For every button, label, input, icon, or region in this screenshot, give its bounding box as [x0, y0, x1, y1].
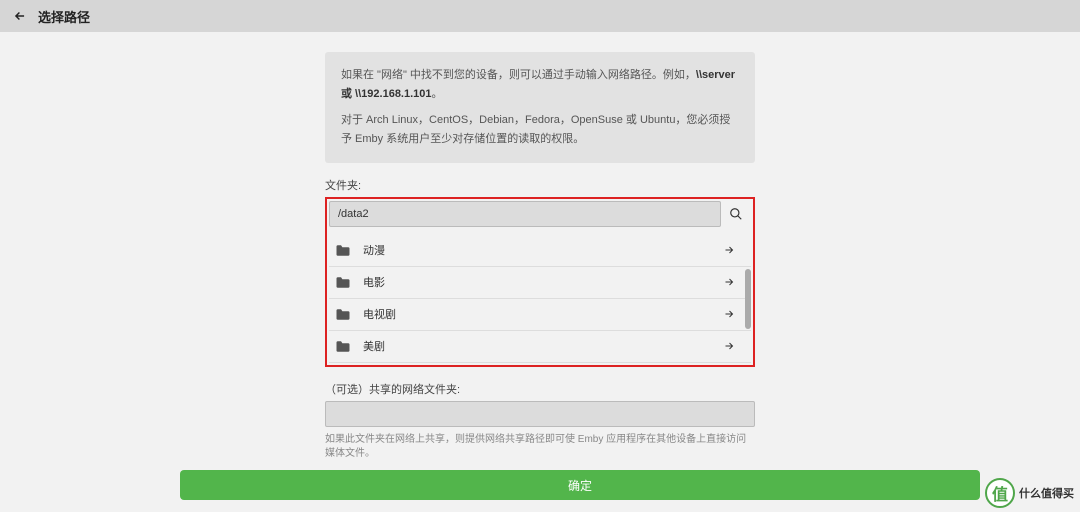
- confirm-button[interactable]: 确定: [180, 470, 980, 500]
- header: 选择路径: [0, 0, 1080, 32]
- folder-name: 美剧: [363, 338, 721, 354]
- page-body: 如果在 "网络" 中找不到您的设备，则可以通过手动输入网络路径。例如，\\ser…: [0, 32, 1080, 512]
- back-icon[interactable]: [10, 6, 30, 26]
- search-icon: [729, 207, 743, 221]
- folder-picker: 动漫 电影 电视剧 美剧: [325, 197, 755, 367]
- shared-label: （可选）共享的网络文件夹:: [325, 381, 755, 397]
- folder-list: 动漫 电影 电视剧 美剧: [329, 235, 751, 363]
- badge-icon: 值: [985, 478, 1015, 508]
- watermark-badge: 值 什么值得买: [985, 478, 1074, 508]
- folder-name: 电影: [363, 274, 721, 290]
- folder-name: 动漫: [363, 242, 721, 258]
- shared-folder-input[interactable]: [325, 401, 755, 427]
- folder-name: 电视剧: [363, 306, 721, 322]
- folder-icon: [335, 339, 353, 353]
- scrollbar[interactable]: [745, 269, 751, 329]
- folder-path-input[interactable]: [329, 201, 721, 227]
- page-title: 选择路径: [38, 7, 90, 26]
- list-item[interactable]: 美剧: [329, 331, 751, 363]
- badge-text: 什么值得买: [1019, 485, 1074, 501]
- search-button[interactable]: [721, 201, 751, 227]
- chevron-right-icon: [721, 338, 737, 354]
- list-item[interactable]: 电视剧: [329, 299, 751, 331]
- folder-icon: [335, 307, 353, 321]
- folder-icon: [335, 275, 353, 289]
- chevron-right-icon: [721, 306, 737, 322]
- folder-icon: [335, 243, 353, 257]
- shared-hint: 如果此文件夹在网络上共享，则提供网络共享路径即可使 Emby 应用程序在其他设备…: [325, 433, 755, 461]
- info-box: 如果在 "网络" 中找不到您的设备，则可以通过手动输入网络路径。例如，\\ser…: [325, 52, 755, 163]
- list-item[interactable]: 电影: [329, 267, 751, 299]
- folder-label: 文件夹:: [325, 177, 755, 193]
- list-item[interactable]: 动漫: [329, 235, 751, 267]
- chevron-right-icon: [721, 274, 737, 290]
- chevron-right-icon: [721, 242, 737, 258]
